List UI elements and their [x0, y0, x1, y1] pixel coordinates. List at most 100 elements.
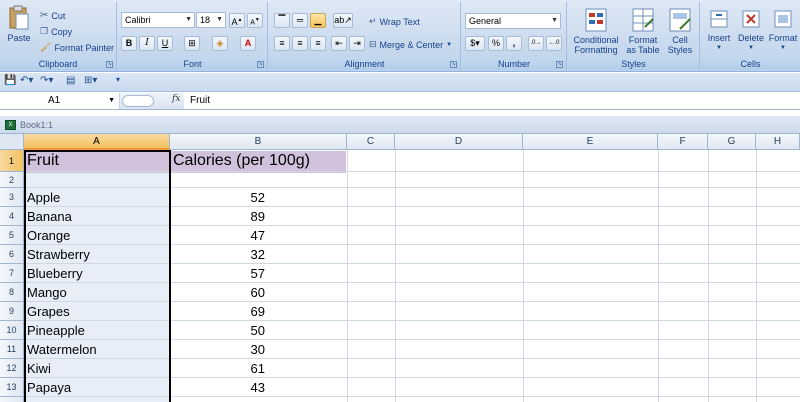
grow-font-button[interactable]: A▲ [229, 13, 245, 28]
row-header-1[interactable]: 1 [0, 150, 24, 172]
select-all-corner[interactable] [0, 134, 24, 150]
column-header-d[interactable]: D [395, 134, 523, 150]
chevron-down-icon[interactable]: ▼ [767, 43, 799, 53]
row-header-10[interactable]: 10 [0, 321, 24, 340]
align-right-icon[interactable]: ≡ [310, 36, 326, 51]
row-header-7[interactable]: 7 [0, 264, 24, 283]
row-header-12[interactable]: 12 [0, 359, 24, 378]
column-header-c[interactable]: C [347, 134, 395, 150]
clipboard-launcher-icon[interactable]: ↘ [106, 61, 113, 68]
insert-function-icon[interactable]: fx [172, 94, 180, 104]
column-header-b[interactable]: B [170, 134, 347, 150]
cell-b2[interactable] [171, 172, 265, 188]
chevron-down-icon[interactable]: ▼ [446, 42, 452, 48]
column-header-a[interactable]: A [24, 134, 170, 150]
shrink-font-button[interactable]: A▼ [247, 13, 263, 28]
name-box[interactable]: A1 ▼ [0, 93, 120, 109]
formula-input[interactable]: Fruit [190, 93, 210, 109]
decrease-decimal-icon[interactable]: ←.0 [546, 36, 562, 51]
number-launcher-icon[interactable]: ↘ [556, 61, 563, 68]
borders-icon[interactable]: ⊞▾ [84, 75, 97, 90]
chevron-down-icon[interactable]: ▼ [551, 14, 558, 28]
cell-b4[interactable]: 89 [171, 207, 265, 226]
cell-styles-label-1: Cell [672, 35, 688, 45]
row-header-14[interactable]: 14 [0, 397, 24, 402]
undo-icon[interactable]: ↶▾ [20, 75, 33, 90]
chevron-down-icon[interactable]: ▼ [185, 13, 192, 27]
copy-button[interactable]: ❐ Copy [40, 26, 72, 37]
cell-b3[interactable]: 52 [171, 188, 265, 207]
chevron-down-icon[interactable]: ▼ [735, 43, 767, 53]
number-format-select[interactable]: General ▼ [465, 13, 561, 29]
align-bottom-icon[interactable]: ▁ [310, 13, 326, 28]
save-icon[interactable]: 💾 [4, 75, 16, 90]
orientation-icon[interactable]: ab↗ [333, 13, 353, 28]
cell-b9[interactable]: 69 [171, 302, 265, 321]
cell-styles-button[interactable]: Cell Styles [664, 7, 696, 55]
fill-color-icon[interactable]: ◈ [212, 36, 228, 51]
row-header-6[interactable]: 6 [0, 245, 24, 264]
customize-toolbar-icon[interactable]: ▾ [116, 75, 120, 90]
chevron-down-icon[interactable]: ▼ [703, 43, 735, 53]
conditional-formatting-button[interactable]: Conditional Formatting [570, 7, 622, 55]
increase-decimal-icon[interactable]: .0→ [528, 36, 544, 51]
font-size-select[interactable]: 18 ▼ [196, 12, 226, 28]
cell-b8[interactable]: 60 [171, 283, 265, 302]
insert-button[interactable]: Insert ▼ [703, 7, 735, 53]
merge-center-button[interactable]: ⊟ Merge & Center ▼ [369, 39, 452, 50]
cell-b11[interactable]: 30 [171, 340, 265, 359]
paste-button[interactable]: Paste [6, 5, 32, 43]
cell-b10[interactable]: 50 [171, 321, 265, 340]
chevron-down-icon[interactable]: ▼ [216, 13, 223, 27]
row-header-4[interactable]: 4 [0, 207, 24, 226]
delete-icon [742, 10, 760, 28]
decrease-indent-icon[interactable]: ⇤ [331, 36, 347, 51]
bold-button[interactable]: B [121, 36, 137, 51]
percent-button[interactable]: % [488, 36, 504, 51]
font-launcher-icon[interactable]: ↘ [257, 61, 264, 68]
column-header-e[interactable]: E [523, 134, 658, 150]
borders-icon[interactable]: ⊞ [184, 36, 200, 51]
redo-icon[interactable]: ↷▾ [40, 75, 53, 90]
row-header-9[interactable]: 9 [0, 302, 24, 321]
column-header-h[interactable]: H [756, 134, 800, 150]
row-header-11[interactable]: 11 [0, 340, 24, 359]
alignment-launcher-icon[interactable]: ↘ [450, 61, 457, 68]
italic-button[interactable]: I [139, 36, 155, 51]
chevron-down-icon[interactable]: ▼ [108, 93, 115, 109]
accounting-format-icon[interactable]: $▾ [465, 36, 485, 51]
cut-button[interactable]: ✂ Cut [40, 10, 65, 21]
row-header-8[interactable]: 8 [0, 283, 24, 302]
row-header-5[interactable]: 5 [0, 226, 24, 245]
ribbon: Paste ✂ Cut ❐ Copy 🖌 Format Painter Clip… [0, 0, 800, 72]
cell-b1[interactable]: Calories (per 100g) [173, 150, 345, 172]
align-left-icon[interactable]: ≡ [274, 36, 290, 51]
print-preview-icon[interactable]: ▤ [66, 75, 75, 90]
cell-b13[interactable]: 43 [171, 378, 265, 397]
underline-button[interactable]: U [157, 36, 173, 51]
column-header-f[interactable]: F [658, 134, 708, 150]
spreadsheet-grid[interactable]: A B C D E F G H 1 Fruit Calories (per 100g) 2 3 Apple… [0, 134, 800, 402]
increase-indent-icon[interactable]: ⇥ [349, 36, 365, 51]
row-header-3[interactable]: 3 [0, 188, 24, 207]
row-header-2[interactable]: 2 [0, 172, 24, 188]
column-header-g[interactable]: G [708, 134, 756, 150]
cell-b7[interactable]: 57 [171, 264, 265, 283]
cell-b14[interactable] [171, 397, 265, 402]
cell-b12[interactable]: 61 [171, 359, 265, 378]
align-center-icon[interactable]: ≡ [292, 36, 308, 51]
format-button[interactable]: Format ▼ [767, 7, 799, 53]
font-name-select[interactable]: Calibri ▼ [121, 12, 195, 28]
cell-b5[interactable]: 47 [171, 226, 265, 245]
cell-b6[interactable]: 32 [171, 245, 265, 264]
row-header-13[interactable]: 13 [0, 378, 24, 397]
formula-bar-resize-handle[interactable] [122, 95, 154, 107]
format-as-table-button[interactable]: Format as Table [624, 7, 662, 55]
delete-button[interactable]: Delete ▼ [735, 7, 767, 53]
comma-button[interactable]: , [506, 36, 522, 51]
font-color-icon[interactable]: A [240, 36, 256, 51]
wrap-text-button[interactable]: ↵ Wrap Text [369, 16, 420, 27]
format-painter-button[interactable]: 🖌 Format Painter [40, 42, 114, 53]
align-middle-icon[interactable]: ═ [292, 13, 308, 28]
align-top-icon[interactable]: ▔ [274, 13, 290, 28]
